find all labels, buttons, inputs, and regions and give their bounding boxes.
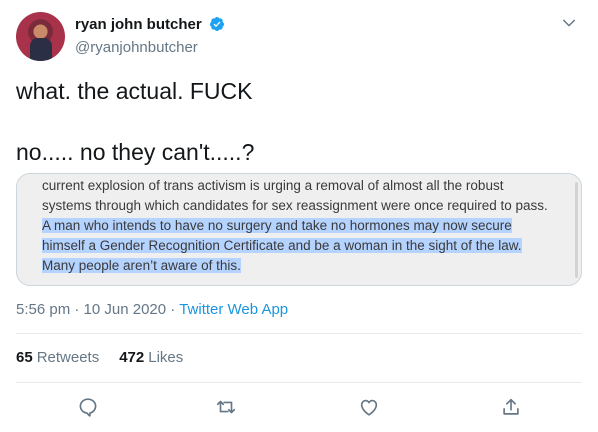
likes-stat[interactable]: 472 Likes (119, 349, 183, 366)
meta-separator: · (70, 301, 84, 318)
tweet-source-link[interactable]: Twitter Web App (179, 301, 288, 318)
media-text-line: systems through which candidates for sex… (42, 198, 548, 213)
tweet-header: ryan john butcher @ryanjohnbutcher (16, 12, 582, 62)
handle[interactable]: @ryanjohnbutcher (75, 39, 225, 56)
tweet-stats: 65 Retweets 472 Likes (16, 349, 203, 366)
tweet-time[interactable]: 5:56 pm (16, 301, 70, 318)
tweet-date[interactable]: 10 Jun 2020 (84, 301, 167, 318)
media-text-highlighted-line: A man who intends to have no surgery and… (42, 218, 512, 233)
media-text: current explosion of trans activism is u… (42, 176, 572, 276)
media-scrollbar (575, 182, 578, 278)
chevron-down-icon[interactable] (560, 14, 578, 32)
display-name[interactable]: ryan john butcher (75, 16, 202, 33)
share-icon[interactable] (500, 396, 522, 418)
retweets-label: Retweets (36, 349, 100, 366)
meta-separator: · (166, 301, 180, 318)
likes-count: 472 (119, 349, 145, 366)
tweet-text-line: no..... no they can't.....? (16, 139, 255, 165)
tweet-meta: 5:56 pm · 10 Jun 2020 · Twitter Web App (16, 301, 288, 318)
media-text-highlighted-line: Many people aren’t aware of this. (42, 258, 241, 273)
like-icon[interactable] (358, 396, 380, 418)
tweet-text-line: what. the actual. FUCK (16, 78, 253, 104)
tweet-actions (16, 396, 582, 420)
retweets-count: 65 (16, 349, 33, 366)
media-text-line: current explosion of trans activism is u… (42, 178, 504, 193)
reply-icon[interactable] (77, 396, 99, 418)
tweet-text: what. the actual. FUCK no..... no they c… (16, 78, 582, 166)
likes-label: Likes (148, 349, 184, 366)
verified-badge-icon (210, 17, 225, 31)
media-text-highlighted-line: himself a Gender Recognition Certificate… (42, 238, 522, 253)
divider (16, 333, 582, 334)
retweet-icon[interactable] (215, 396, 237, 418)
author-names: ryan john butcher @ryanjohnbutcher (75, 16, 225, 56)
tweet-media-image[interactable]: current explosion of trans activism is u… (16, 173, 582, 286)
retweets-stat[interactable]: 65 Retweets (16, 349, 99, 366)
avatar[interactable] (16, 12, 65, 61)
divider (16, 382, 582, 383)
